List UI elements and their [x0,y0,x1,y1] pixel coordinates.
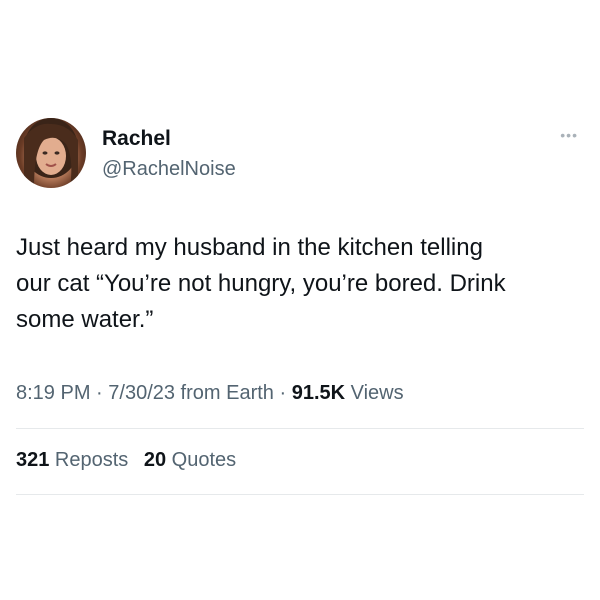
tweet-header: Rachel @RachelNoise ••• [16,110,584,190]
meta-separator: · [90,382,109,404]
author-names: Rachel @RachelNoise [102,126,236,182]
tweet-stats: 321 Reposts 20 Quotes [16,447,246,473]
quotes-count: 20 [143,449,167,471]
reposts-link[interactable]: 321 Reposts [16,449,128,471]
meta-separator: · [273,382,292,404]
divider [16,428,584,429]
avatar[interactable] [16,118,86,188]
divider [16,494,584,495]
tweet-source: from Earth [175,382,274,404]
quotes-link[interactable]: 20 Quotes [144,449,236,471]
reposts-label: Reposts [49,449,129,471]
tweet-date[interactable]: 7/30/23 [108,382,175,404]
tweet-card: Rachel @RachelNoise ••• Just heard my hu… [16,110,584,495]
reposts-count: 321 [16,449,50,471]
views-label: Views [345,382,404,404]
views-count: 91.5K [291,382,346,404]
tweet-meta: 8:19 PM · 7/30/23 from Earth · 91.5K Vie… [16,380,404,406]
tweet-time[interactable]: 8:19 PM [16,382,90,404]
quotes-label: Quotes [166,449,237,471]
display-name[interactable]: Rachel [102,126,236,152]
user-handle[interactable]: @RachelNoise [102,156,236,182]
more-dots-icon[interactable]: ••• [560,128,578,142]
profile-photo-icon [24,118,78,188]
tweet-text: Just heard my husband in the kitchen tel… [16,234,506,333]
